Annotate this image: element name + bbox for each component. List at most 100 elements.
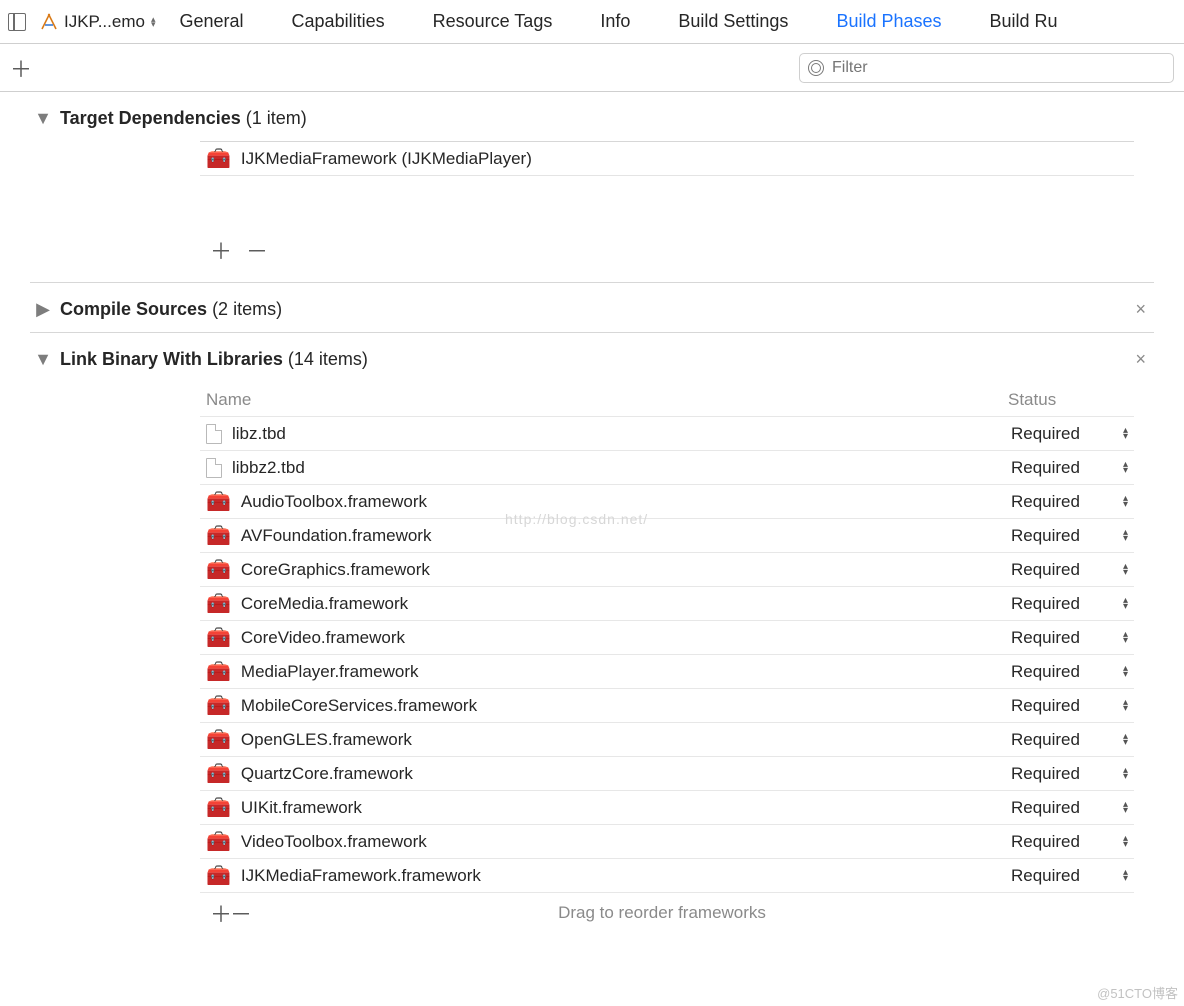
target-selector[interactable]: IJKP...emo ▴▾ — [40, 12, 155, 32]
tab-resource-tags[interactable]: Resource Tags — [433, 11, 553, 32]
file-icon — [206, 424, 222, 444]
status-stepper[interactable]: ▴▾ — [1123, 496, 1128, 508]
editor-tabs: General Capabilities Resource Tags Info … — [179, 11, 1057, 32]
library-name: IJKMediaFramework.framework — [241, 866, 1001, 886]
library-name: VideoToolbox.framework — [241, 832, 1001, 852]
add-phase-button[interactable]: ＋ — [10, 52, 30, 84]
library-name: CoreGraphics.framework — [241, 560, 1001, 580]
table-row[interactable]: 🧰UIKit.frameworkRequired▴▾ — [200, 790, 1134, 824]
table-row[interactable]: 🧰 CoreMedia.framework Required ▴▾ — [200, 586, 1134, 620]
status-stepper[interactable]: ▴▾ — [1123, 632, 1128, 644]
column-headers: Name Status — [200, 382, 1134, 416]
table-row[interactable]: 🧰MobileCoreServices.frameworkRequired▴▾ — [200, 688, 1134, 722]
library-status: Required — [1011, 764, 1111, 784]
table-row[interactable]: libbz2.tbdRequired▴▾ — [200, 450, 1134, 484]
table-row[interactable]: 🧰CoreVideo.frameworkRequired▴▾ — [200, 620, 1134, 654]
library-status: Required — [1011, 424, 1111, 444]
list-item[interactable]: 🧰 IJKMediaFramework (IJKMediaPlayer) — [200, 142, 1134, 176]
library-status: Required — [1011, 594, 1111, 614]
disclosure-triangle-icon[interactable]: ▼ — [36, 112, 50, 126]
library-name: AVFoundation.framework — [241, 526, 1001, 546]
remove-library-button[interactable]: － — [230, 897, 250, 929]
table-row[interactable]: 🧰 VideoToolbox.framework Required ▴▾ — [200, 824, 1134, 858]
filter-icon — [808, 60, 824, 76]
remove-dependency-button[interactable]: － — [246, 234, 266, 266]
status-stepper[interactable]: ▴▾ — [1123, 530, 1128, 542]
section-link-binary-header[interactable]: ▼ Link Binary With Libraries (14 items) … — [0, 333, 1184, 382]
tab-build-rules[interactable]: Build Ru — [990, 11, 1058, 32]
status-stepper[interactable]: ▴▾ — [1123, 598, 1128, 610]
library-name: libz.tbd — [232, 424, 1001, 444]
filter-input[interactable] — [830, 58, 1165, 78]
status-stepper[interactable]: ▴▾ — [1123, 700, 1128, 712]
library-status: Required — [1011, 492, 1111, 512]
table-row[interactable]: 🧰 QuartzCore.framework Required ▴▾ — [200, 756, 1134, 790]
section-target-dependencies-header[interactable]: ▼ Target Dependencies (1 item) — [0, 92, 1184, 141]
table-row[interactable]: 🧰AudioToolbox.frameworkRequired▴▾ — [200, 484, 1134, 518]
toolbox-icon: 🧰 — [206, 730, 231, 750]
toolbox-icon: 🧰 — [206, 594, 231, 614]
library-status: Required — [1011, 526, 1111, 546]
app-icon — [40, 13, 58, 31]
status-stepper[interactable]: ▴▾ — [1123, 836, 1128, 848]
toolbox-icon: 🧰 — [206, 798, 231, 818]
section-count: (1 item) — [246, 108, 307, 128]
table-row[interactable]: 🧰CoreGraphics.frameworkRequired▴▾ — [200, 552, 1134, 586]
target-name: IJKP...emo — [64, 12, 145, 32]
table-row[interactable]: 🧰OpenGLES.frameworkRequired▴▾ — [200, 722, 1134, 756]
table-row[interactable]: libz.tbd Required ▴▾ — [200, 416, 1134, 450]
section-count: (14 items) — [288, 349, 368, 369]
library-name: CoreMedia.framework — [241, 594, 1001, 614]
table-row[interactable]: 🧰MediaPlayer.frameworkRequired▴▾ — [200, 654, 1134, 688]
tab-general[interactable]: General — [179, 11, 243, 32]
section-compile-sources-header[interactable]: ▶ Compile Sources (2 items) × — [0, 283, 1184, 332]
toolbox-icon: 🧰 — [206, 526, 231, 546]
remove-phase-button[interactable]: × — [1135, 299, 1174, 320]
link-binary-list: Name Status libz.tbdRequired▴▾libbz2.tbd… — [200, 382, 1134, 933]
status-stepper[interactable]: ▴▾ — [1123, 802, 1128, 814]
tab-build-settings[interactable]: Build Settings — [678, 11, 788, 32]
add-library-button[interactable]: ＋ — [210, 897, 230, 929]
library-name: QuartzCore.framework — [241, 764, 1001, 784]
toolbox-icon: 🧰 — [206, 832, 231, 852]
toolbox-icon: 🧰 — [206, 764, 231, 784]
file-icon — [206, 458, 222, 478]
status-stepper[interactable]: ▴▾ — [1123, 462, 1128, 474]
table-row[interactable]: 🧰 IJKMediaFramework.framework Required ▴▾ — [200, 858, 1134, 892]
library-name: MediaPlayer.framework — [241, 662, 1001, 682]
status-stepper[interactable]: ▴▾ — [1123, 564, 1128, 576]
table-row[interactable]: 🧰 AVFoundation.framework Required ▴▾ — [200, 518, 1134, 552]
library-name: CoreVideo.framework — [241, 628, 1001, 648]
status-stepper[interactable]: ▴▾ — [1123, 428, 1128, 440]
section-title: Target Dependencies — [60, 108, 241, 128]
toolbox-icon: 🧰 — [206, 866, 231, 886]
filter-field[interactable] — [799, 53, 1174, 83]
header-name: Name — [206, 390, 1008, 410]
library-name: UIKit.framework — [241, 798, 1001, 818]
status-stepper[interactable]: ▴▾ — [1123, 734, 1128, 746]
toolbox-icon: 🧰 — [206, 628, 231, 648]
status-stepper[interactable]: ▴▾ — [1123, 768, 1128, 780]
library-name: AudioToolbox.framework — [241, 492, 1001, 512]
library-name: OpenGLES.framework — [241, 730, 1001, 750]
sidebar-toggle-icon[interactable] — [8, 13, 26, 31]
tab-capabilities[interactable]: Capabilities — [292, 11, 385, 32]
remove-phase-button[interactable]: × — [1135, 349, 1174, 370]
add-remove-libraries: ＋ － Drag to reorder frameworks — [200, 893, 1134, 933]
section-title: Compile Sources — [60, 299, 207, 319]
header-status: Status — [1008, 390, 1128, 410]
library-status: Required — [1011, 866, 1111, 886]
library-status: Required — [1011, 662, 1111, 682]
dependency-name: IJKMediaFramework (IJKMediaPlayer) — [241, 149, 532, 169]
library-status: Required — [1011, 458, 1111, 478]
library-status: Required — [1011, 832, 1111, 852]
tab-info[interactable]: Info — [600, 11, 630, 32]
add-dependency-button[interactable]: ＋ — [210, 234, 230, 266]
status-stepper[interactable]: ▴▾ — [1123, 870, 1128, 882]
disclosure-triangle-icon[interactable]: ▼ — [36, 353, 50, 367]
status-stepper[interactable]: ▴▾ — [1123, 666, 1128, 678]
editor-top-bar: IJKP...emo ▴▾ General Capabilities Resou… — [0, 0, 1184, 44]
tab-build-phases[interactable]: Build Phases — [836, 11, 941, 32]
add-remove-dependencies: ＋ － — [200, 224, 1134, 282]
disclosure-triangle-icon[interactable]: ▶ — [36, 303, 50, 317]
